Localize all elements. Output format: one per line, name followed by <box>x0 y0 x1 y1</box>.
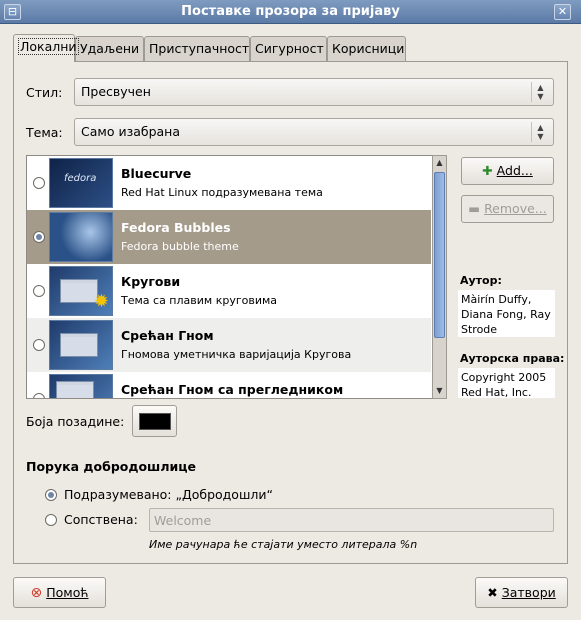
theme-desc: Red Hat Linux подразумевана тема <box>121 186 323 199</box>
theme-preview-image <box>49 374 113 398</box>
plus-icon: ✚ <box>482 163 493 178</box>
help-button[interactable]: ⊗ Помоћ <box>13 577 106 608</box>
default-welcome-label: Подразумевано: „Добродошли“ <box>64 487 273 502</box>
theme-name: Срећан Гном са прегледником <box>121 382 344 397</box>
theme-value: Само изабрана <box>81 124 181 139</box>
theme-combo[interactable]: Само изабрана ▲ ▼ <box>74 118 554 146</box>
custom-welcome-label: Сопствена: <box>64 512 138 527</box>
background-color-button[interactable] <box>132 405 177 437</box>
style-value: Пресвучен <box>81 84 151 99</box>
background-color-label: Боја позадине: <box>26 414 125 429</box>
tab-security[interactable]: Сигурност <box>250 36 327 61</box>
theme-row[interactable]: Срећан Гном Гномова уметничка варијација… <box>27 318 431 372</box>
theme-preview-image: ✹ <box>49 266 113 316</box>
sun-icon: ✹ <box>93 291 109 312</box>
close-icon: ✖ <box>487 585 498 600</box>
combo-arrows-icon: ▲ ▼ <box>531 122 549 142</box>
theme-preview-image <box>49 212 113 262</box>
theme-row[interactable]: fedora Bluecurve Red Hat Linux подразуме… <box>27 156 431 210</box>
theme-preview-image <box>49 320 113 370</box>
window-title: Поставке прозора за пријаву <box>181 4 400 19</box>
theme-radio[interactable] <box>33 339 45 351</box>
remove-theme-button[interactable]: ▬ Remove... <box>461 195 554 223</box>
tab-remote[interactable]: Удаљени <box>75 36 144 61</box>
theme-desc: Fedora bubble theme <box>121 240 239 253</box>
hostname-hint: Име рачунара ће стајати уместо литерала … <box>149 538 418 551</box>
theme-label: Тема: <box>26 125 63 140</box>
theme-row[interactable]: Срећан Гном са прегледником <box>27 372 431 398</box>
close-window-icon[interactable]: ✕ <box>554 4 571 20</box>
theme-name: Срећан Гном <box>121 328 214 343</box>
author-label: Аутор: <box>460 274 502 287</box>
lifebuoy-icon: ⊗ <box>30 585 43 601</box>
theme-radio[interactable] <box>33 231 45 243</box>
minus-icon: ▬ <box>468 201 481 216</box>
scrollbar-thumb[interactable] <box>434 172 445 338</box>
add-theme-button[interactable]: ✚ Add... <box>461 157 554 185</box>
close-button[interactable]: ✖ Затвори <box>475 577 568 608</box>
theme-name: Fedora Bubbles <box>121 220 231 235</box>
theme-preview-image: fedora <box>49 158 113 208</box>
tab-users[interactable]: Корисници <box>327 36 406 61</box>
welcome-heading: Порука добродошлице <box>26 459 196 474</box>
custom-welcome-input[interactable]: Welcome <box>149 508 554 532</box>
theme-list: fedora Bluecurve Red Hat Linux подразуме… <box>26 155 446 399</box>
theme-radio[interactable] <box>33 285 45 297</box>
style-combo[interactable]: Пресвучен ▲ ▼ <box>74 78 554 106</box>
scroll-up-icon[interactable]: ▲ <box>433 156 446 170</box>
author-value: Màirín Duffy, Diana Fong, Ray Strode <box>458 290 555 337</box>
copyright-value: Copyright 2005 Red Hat, Inc. <box>458 368 555 399</box>
theme-list-scrollbar[interactable]: ▲ ▼ <box>432 155 447 399</box>
theme-row[interactable]: ✹ Кругови Тема са плавим круговима <box>27 264 431 318</box>
default-welcome-radio[interactable] <box>45 489 57 501</box>
color-swatch <box>139 413 171 430</box>
theme-radio[interactable] <box>33 393 45 398</box>
theme-name: Кругови <box>121 274 181 289</box>
combo-arrows-icon: ▲ ▼ <box>531 82 549 102</box>
style-label: Стил: <box>26 85 63 100</box>
custom-welcome-radio[interactable] <box>45 514 57 526</box>
theme-desc: Тема са плавим круговима <box>121 294 278 307</box>
tab-accessibility[interactable]: Приступачност <box>144 36 250 61</box>
tab-local[interactable]: Локални <box>13 34 79 62</box>
theme-radio[interactable] <box>33 177 45 189</box>
theme-row-selected[interactable]: Fedora Bubbles Fedora bubble theme <box>27 210 431 264</box>
title-bar: ⊟ Поставке прозора за пријаву ✕ <box>0 0 581 24</box>
theme-desc: Гномова уметничка варијација Кругова <box>121 348 352 361</box>
theme-name: Bluecurve <box>121 166 192 181</box>
copyright-label: Ауторска права: <box>460 352 565 365</box>
scroll-down-icon[interactable]: ▼ <box>433 384 446 398</box>
